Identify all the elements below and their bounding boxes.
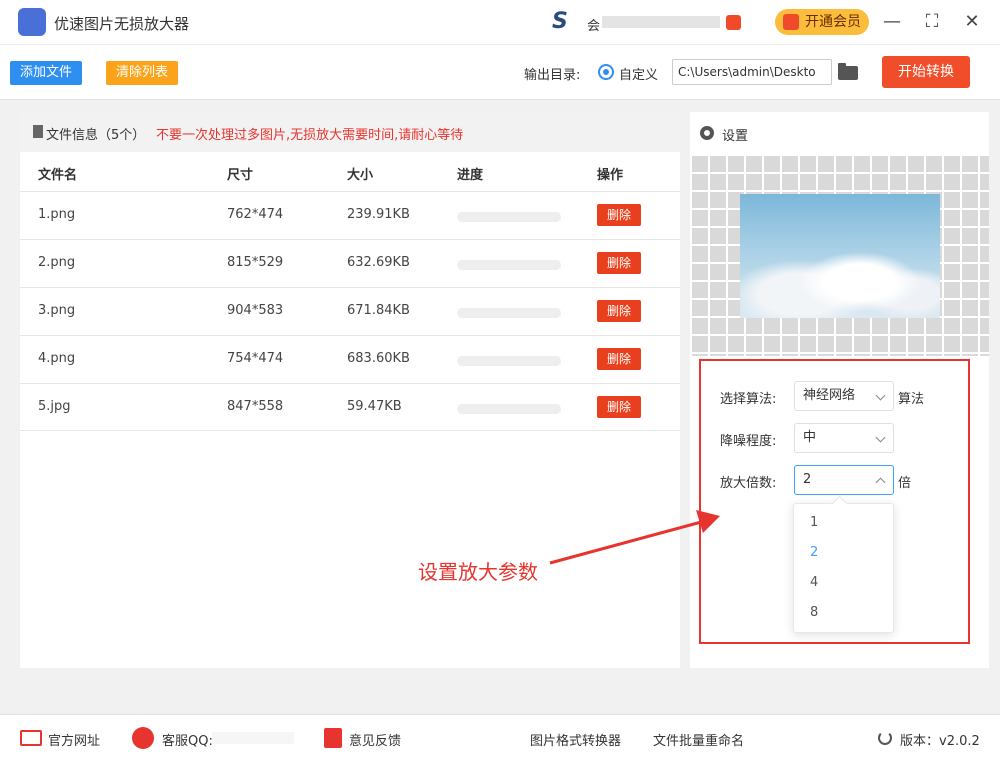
file-name: 1.png [38, 207, 76, 222]
user-avatar-icon[interactable]: S [552, 11, 568, 33]
maximize-button[interactable]: ⛶ [918, 8, 946, 36]
footer: 官方网址 客服QQ: 意见反馈 图片格式转换器 文件批量重命名 版本：v2.0.… [0, 714, 1000, 760]
add-files-button[interactable]: 添加文件 [10, 61, 82, 85]
website-icon[interactable] [20, 730, 42, 746]
clear-list-button[interactable]: 清除列表 [106, 61, 178, 85]
table-row: 4.png 754*474 683.60KB 删除 [20, 335, 680, 383]
file-dimensions: 847*558 [227, 399, 284, 414]
delete-button[interactable]: 删除 [597, 300, 641, 322]
file-dimensions: 904*583 [227, 303, 284, 318]
custom-dir-radio-label[interactable]: 自定义 [619, 64, 658, 83]
progress-bar [457, 260, 561, 270]
column-header-progress: 进度 [457, 168, 484, 183]
file-name: 5.jpg [38, 399, 71, 414]
folder-icon[interactable] [838, 63, 858, 80]
file-dimensions: 754*474 [227, 351, 284, 366]
refresh-icon[interactable] [878, 731, 892, 745]
file-size: 632.69KB [347, 255, 410, 270]
progress-bar [457, 404, 561, 414]
file-name: 3.png [38, 303, 76, 318]
file-count-title: 文件信息（5个） [46, 128, 146, 143]
delete-button[interactable]: 删除 [597, 348, 641, 370]
document-icon [33, 125, 43, 138]
settings-title: 设置 [722, 129, 749, 144]
vip-badge-icon [726, 15, 741, 30]
column-header-dimensions: 尺寸 [227, 168, 254, 183]
minimize-button[interactable]: — [878, 8, 906, 36]
output-dir-label: 输出目录: [524, 68, 581, 83]
file-list-panel: 文件信息（5个） 不要一次处理过多图片,无损放大需要时间,请耐心等待 文件名 尺… [20, 112, 680, 668]
toolbar: 添加文件 清除列表 输出目录: 自定义 C:\Users\admin\Deskt… [0, 44, 1000, 100]
qq-icon[interactable] [132, 727, 154, 749]
file-name: 2.png [38, 255, 76, 270]
version-text: 版本：v2.0.2 [900, 734, 980, 749]
annotation-highlight-box [699, 359, 970, 644]
column-header-size: 大小 [347, 168, 374, 183]
app-logo-icon [18, 8, 46, 36]
annotation-arrow-icon [549, 510, 720, 565]
close-button[interactable]: ✕ [958, 8, 986, 36]
progress-bar [457, 308, 561, 318]
table-row: 2.png 815*529 632.69KB 删除 [20, 239, 680, 287]
table-row: 3.png 904*583 671.84KB 删除 [20, 287, 680, 335]
progress-bar [457, 356, 561, 366]
table-row: 5.jpg 847*558 59.47KB 删除 [20, 383, 680, 431]
file-size: 59.47KB [347, 399, 402, 414]
custom-dir-radio[interactable] [598, 64, 614, 80]
settings-header: 设置 [690, 112, 989, 154]
file-dimensions: 762*474 [227, 207, 284, 222]
preview-image [740, 194, 940, 318]
file-size: 671.84KB [347, 303, 410, 318]
column-header-filename: 文件名 [38, 168, 78, 183]
file-dimensions: 815*529 [227, 255, 284, 270]
feedback-icon[interactable] [324, 728, 342, 748]
title-bar: 优速图片无损放大器 S 会 开通会员 — ⛶ ✕ [0, 0, 1000, 44]
file-size: 683.60KB [347, 351, 410, 366]
vip-icon [783, 14, 799, 30]
progress-bar [457, 212, 561, 222]
file-size: 239.91KB [347, 207, 410, 222]
gear-icon [700, 126, 714, 140]
table-row: 1.png 762*474 239.91KB 删除 [20, 191, 680, 239]
batch-rename-link[interactable]: 文件批量重命名 [653, 730, 744, 749]
open-vip-label: 开通会员 [805, 14, 861, 30]
user-name[interactable]: 会 [587, 15, 600, 34]
file-warning-text: 不要一次处理过多图片,无损放大需要时间,请耐心等待 [156, 128, 464, 143]
qq-support-link[interactable]: 客服QQ: [162, 730, 213, 749]
qq-number-redacted [212, 732, 294, 744]
official-website-link[interactable]: 官方网址 [48, 730, 100, 749]
feedback-link[interactable]: 意见反馈 [349, 730, 401, 749]
column-header-actions: 操作 [597, 168, 624, 183]
file-name: 4.png [38, 351, 76, 366]
delete-button[interactable]: 删除 [597, 252, 641, 274]
output-path-input[interactable]: C:\Users\admin\Deskto [672, 59, 832, 85]
annotation-text: 设置放大参数 [418, 560, 538, 584]
file-list-header: 文件信息（5个） 不要一次处理过多图片,无损放大需要时间,请耐心等待 [20, 112, 680, 152]
delete-button[interactable]: 删除 [597, 396, 641, 418]
format-converter-link[interactable]: 图片格式转换器 [530, 730, 621, 749]
start-convert-button[interactable]: 开始转换 [882, 56, 970, 88]
app-title: 优速图片无损放大器 [54, 15, 190, 33]
open-vip-button[interactable]: 开通会员 [775, 9, 869, 35]
user-name-redacted [602, 16, 720, 28]
delete-button[interactable]: 删除 [597, 204, 641, 226]
